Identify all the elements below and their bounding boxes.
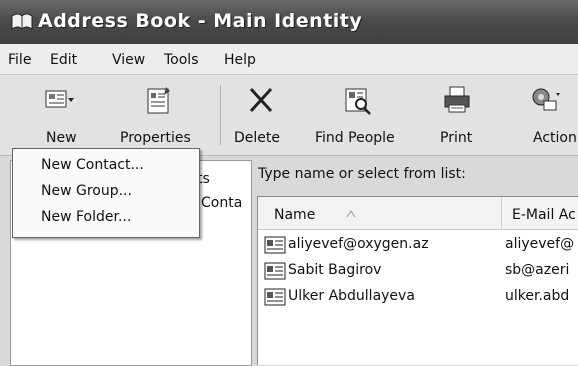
menu-bar: File Edit View Tools Help [0,44,578,75]
column-header-name[interactable]: Name [258,197,502,230]
sort-ascending-icon [346,210,356,218]
contact-card-icon [264,236,286,254]
column-header-email-label: E-Mail Ac [512,207,576,223]
contact-name: Ulker Abdullayeva [288,288,415,304]
new-button-label: New [46,130,77,146]
menu-file[interactable]: File [8,52,31,68]
new-card-icon [45,90,74,108]
properties-button-label: Properties [120,130,191,146]
table-row[interactable]: Ulker Abdullayeva ulker.abd [258,285,578,309]
new-dropdown-menu: New Contact... New Group... New Folder..… [12,148,200,238]
menu-item-new-group[interactable]: New Group... [41,183,132,199]
find-people-button-label: Find People [315,130,395,146]
table-row[interactable]: Sabit Bagirov sb@azeri [258,259,578,283]
menu-view[interactable]: View [112,52,145,68]
action-button-label: Action [533,130,577,146]
print-button-label: Print [440,130,473,146]
address-book-icon [11,13,33,30]
contact-email: ulker.abd [505,288,570,304]
menu-tools[interactable]: Tools [164,52,199,68]
search-prompt: Type name or select from list: [258,166,466,182]
find-people-button[interactable]: Find People [312,81,412,151]
toolbar: New Properties Delete Find People Print … [0,75,578,156]
action-icon [532,88,560,111]
window-title: Address Book - Main Identity [38,10,363,32]
folder-item-contacts-partial[interactable]: Conta [201,195,242,211]
column-header-email[interactable]: E-Mail Ac [502,197,578,230]
column-header-name-label: Name [274,207,316,223]
menu-item-new-contact[interactable]: New Contact... [41,157,144,173]
delete-button-label: Delete [234,130,280,146]
menu-help[interactable]: Help [224,52,256,68]
delete-button[interactable]: Delete [232,81,292,151]
contact-email: sb@azeri [505,262,570,278]
printer-icon [444,86,470,113]
contact-email: aliyevef@ [505,236,575,252]
print-button[interactable]: Print [436,81,486,151]
menu-item-new-folder[interactable]: New Folder... [41,209,131,225]
action-button[interactable]: Action [528,81,578,151]
contact-name: Sabit Bagirov [288,262,382,278]
delete-x-icon [249,87,273,113]
find-people-icon [345,88,371,115]
contact-list[interactable]: Name E-Mail Ac aliyevef@oxygen.az aliyev… [257,196,578,365]
table-row[interactable]: aliyevef@oxygen.az aliyevef@ [258,233,578,257]
contact-name: aliyevef@oxygen.az [288,236,429,252]
properties-icon [147,87,170,114]
contact-card-icon [264,288,286,306]
new-button[interactable]: New [36,81,106,151]
properties-button[interactable]: Properties [120,81,210,151]
toolbar-separator [220,85,221,145]
contact-card-icon [264,262,286,280]
title-bar: Address Book - Main Identity [0,0,578,44]
menu-edit[interactable]: Edit [50,52,77,68]
